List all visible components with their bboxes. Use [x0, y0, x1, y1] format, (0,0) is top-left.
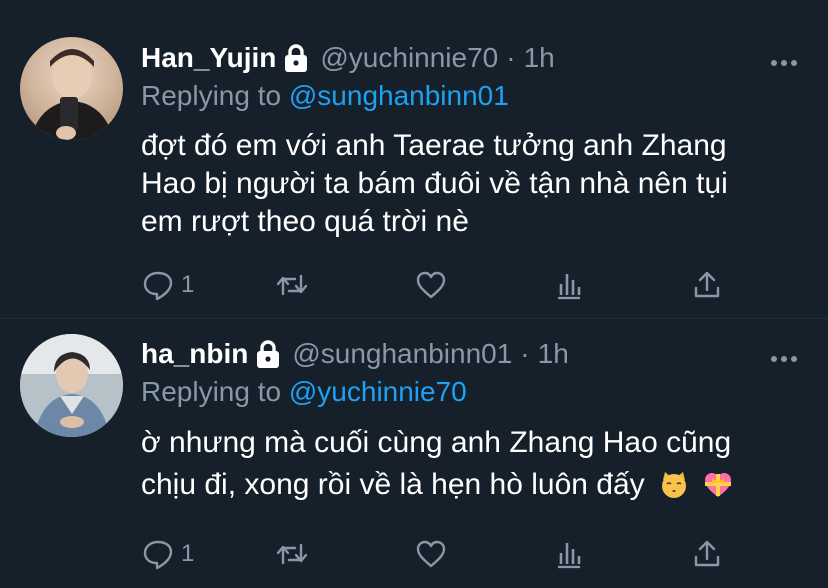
more-options-icon[interactable]	[770, 350, 798, 362]
share-button[interactable]	[690, 265, 724, 305]
replying-to-handle[interactable]: @yuchinnie70	[289, 376, 467, 407]
tweet-text-line: ờ nhưng mà cuối cùng anh Zhang Hao cũng	[141, 426, 732, 459]
share-icon	[694, 540, 720, 567]
avatar[interactable]	[20, 37, 123, 140]
kissing-cat-emoji	[659, 470, 689, 500]
display-name[interactable]: ha_nbin	[141, 338, 248, 370]
like-button[interactable]	[414, 265, 448, 305]
reply-icon	[143, 540, 173, 570]
share-icon	[694, 271, 720, 298]
replying-to: Replying to @sunghanbinn01	[141, 80, 509, 112]
tweet-header: ha_nbin @sunghanbinn01 · 1h	[141, 334, 569, 374]
tweet-header: Han_Yujin @yuchinnie70 · 1h	[141, 38, 555, 78]
replying-to-handle[interactable]: @sunghanbinn01	[289, 80, 509, 111]
heart-with-ribbon-emoji	[703, 470, 733, 500]
timestamp[interactable]: 1h	[538, 338, 569, 370]
tweet-text: ờ nhưng mà cuối cùng anh Zhang Hao cũng …	[141, 424, 801, 504]
retweet-button[interactable]	[275, 265, 309, 305]
tweet-text-line: chịu đi, xong rồi về là hẹn hò luôn đấy	[141, 466, 801, 504]
like-icon	[416, 540, 446, 568]
reply-button[interactable]: 1	[141, 265, 194, 305]
reply-button[interactable]: 1	[141, 534, 194, 574]
more-options-icon[interactable]	[770, 54, 798, 66]
replying-to-label: Replying to	[141, 80, 282, 111]
reply-count: 1	[181, 271, 195, 298]
replying-to: Replying to @yuchinnie70	[141, 376, 467, 408]
reply-icon	[143, 271, 173, 301]
analytics-icon	[558, 274, 581, 300]
reply-count: 1	[181, 540, 195, 567]
tweet-text: đợt đó em với anh Taerae tưởng anh Zhang…	[141, 127, 801, 241]
tweet-text-line: đợt đó em với anh Taerae tưởng anh Zhang	[141, 129, 727, 162]
analytics-button[interactable]	[552, 534, 586, 574]
retweet-button[interactable]	[275, 534, 309, 574]
tweet[interactable]: Han_Yujin @yuchinnie70 · 1h Replying to …	[0, 0, 828, 319]
timestamp[interactable]: 1h	[524, 42, 555, 74]
user-handle[interactable]: @yuchinnie70	[320, 42, 498, 74]
replying-to-label: Replying to	[141, 376, 282, 407]
display-name[interactable]: Han_Yujin	[141, 42, 276, 74]
lock-icon	[254, 339, 282, 369]
like-button[interactable]	[414, 534, 448, 574]
separator-dot: ·	[506, 42, 516, 73]
lock-icon	[282, 43, 310, 73]
share-button[interactable]	[690, 534, 724, 574]
tweet[interactable]: ha_nbin @sunghanbinn01 · 1h Replying to …	[0, 318, 828, 588]
action-bar: 1	[141, 265, 741, 305]
tweet-text-line: em rượt theo quá trời nè	[141, 205, 469, 238]
avatar[interactable]	[20, 334, 123, 437]
retweet-icon	[276, 274, 308, 296]
tweet-text-line: Hao bị người ta bám đuôi về tận nhà nên …	[141, 167, 728, 200]
analytics-icon	[558, 543, 581, 569]
action-bar: 1	[141, 534, 741, 574]
user-handle[interactable]: @sunghanbinn01	[292, 338, 512, 370]
like-icon	[416, 271, 446, 299]
tweet-text-line-content: chịu đi, xong rồi về là hẹn hò luôn đấy	[141, 468, 645, 501]
analytics-button[interactable]	[552, 265, 586, 305]
separator-dot: ·	[520, 338, 530, 369]
retweet-icon	[276, 543, 308, 565]
